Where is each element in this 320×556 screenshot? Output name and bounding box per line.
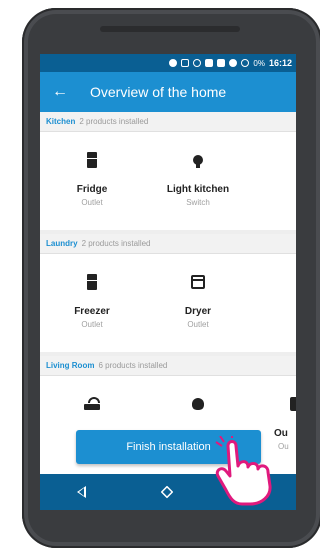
section-name: Laundry — [46, 239, 78, 248]
product-type: Outlet — [81, 198, 103, 207]
status-time: 16:12 — [268, 58, 292, 68]
section-count: 6 products installed — [98, 361, 168, 370]
product-type: Switch — [186, 198, 210, 207]
product-lamp[interactable] — [158, 376, 238, 428]
router-icon — [84, 397, 100, 410]
wifi-icon — [241, 59, 250, 67]
status-bar: 0% 16:12 — [40, 54, 296, 72]
nav-home-icon[interactable] — [160, 485, 174, 499]
section-name: Living Room — [46, 361, 95, 370]
freezer-icon — [87, 274, 97, 290]
notification-icon — [229, 59, 238, 67]
product-name: Dryer — [184, 306, 212, 317]
bulb-icon — [193, 155, 203, 168]
section-count: 2 products installed — [79, 117, 149, 126]
product-type: Outlet — [81, 320, 103, 329]
notification-icon — [217, 59, 226, 67]
arrow-back-icon[interactable]: ← — [52, 84, 68, 100]
section-header-living-room: Living Room 6 products installed — [40, 356, 296, 376]
notification-icon — [181, 59, 190, 67]
section-header-kitchen: Kitchen 2 products installed — [40, 112, 296, 132]
notification-icon — [169, 59, 178, 67]
product-freezer[interactable]: Freezer Outlet — [52, 254, 132, 329]
section-header-laundry: Laundry 2 products installed — [40, 234, 296, 254]
tap-hand-icon — [215, 436, 272, 506]
section-count: 2 products installed — [81, 239, 151, 248]
product-type: Outlet — [187, 320, 209, 329]
product-name: Freezer — [74, 306, 110, 317]
phone-speaker — [100, 26, 240, 32]
section-laundry: Freezer Outlet Dryer Outlet — [40, 254, 296, 352]
product-name: Light kitchen — [166, 184, 230, 195]
product-name: Fridge — [76, 184, 108, 195]
section-kitchen: Fridge Outlet Light kitchen Switch — [40, 132, 296, 230]
nav-back-icon[interactable] — [77, 486, 87, 498]
lamp-icon — [192, 398, 204, 410]
dryer-icon — [191, 275, 205, 289]
home-overview-list[interactable]: Kitchen 2 products installed Fridge Outl… — [40, 112, 296, 474]
notification-icon — [205, 59, 214, 67]
app-bar: ← Overview of the home — [40, 72, 296, 112]
section-name: Kitchen — [46, 117, 76, 126]
product-fridge[interactable]: Fridge Outlet — [52, 132, 132, 207]
product-router[interactable] — [52, 376, 132, 428]
product-light-kitchen[interactable]: Light kitchen Switch — [158, 132, 238, 207]
fridge-icon — [87, 152, 97, 168]
page-title: Overview of the home — [90, 84, 227, 100]
notification-icon — [193, 59, 202, 67]
product-dryer[interactable]: Dryer Outlet — [158, 254, 238, 329]
outlet-icon — [290, 397, 296, 411]
battery-percent: 0% — [253, 58, 265, 68]
